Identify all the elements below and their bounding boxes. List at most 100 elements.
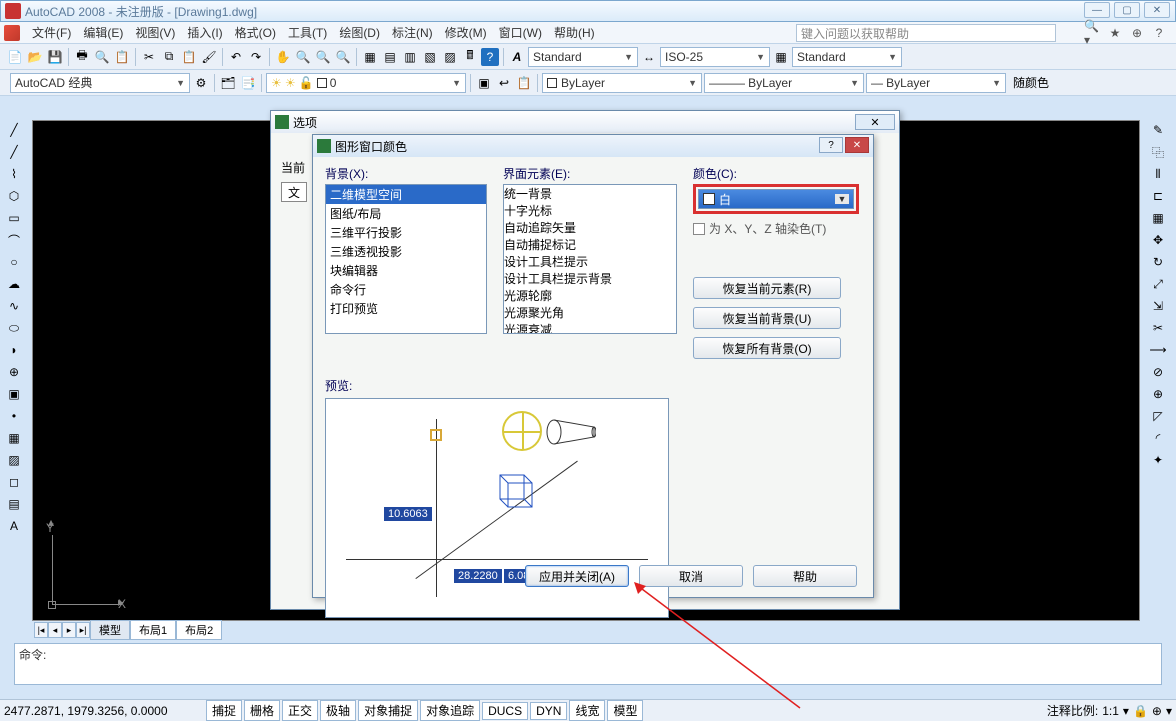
circle-icon[interactable]: ○ <box>4 252 24 272</box>
polygon-icon[interactable]: ⬡ <box>4 186 24 206</box>
tint-checkbox[interactable]: 为 X、Y、Z 轴染色(T) <box>693 220 859 237</box>
list-item[interactable]: 光源衰减 <box>504 321 676 334</box>
model-toggle[interactable]: 模型 <box>607 700 643 721</box>
markup-icon[interactable]: ▨ <box>441 48 459 66</box>
publish-icon[interactable]: 📋 <box>113 48 131 66</box>
list-item[interactable]: 设计工具栏提示背景 <box>504 270 676 287</box>
scale-value[interactable]: 1:1 <box>1102 704 1119 718</box>
list-item[interactable]: 图纸/布局 <box>326 204 486 223</box>
menu-insert[interactable]: 插入(I) <box>181 24 228 41</box>
copy-icon[interactable]: ⧉ <box>160 48 178 66</box>
menu-format[interactable]: 格式(O) <box>229 24 282 41</box>
help2-icon[interactable]: ? <box>481 48 499 66</box>
trim-icon[interactable]: ✂ <box>1148 318 1168 338</box>
command-window[interactable]: 命令: <box>14 643 1162 685</box>
list-item[interactable]: 打印预览 <box>326 299 486 318</box>
explode-icon[interactable]: ✦ <box>1148 450 1168 470</box>
ducs-toggle[interactable]: DUCS <box>482 702 528 720</box>
workspace-combo[interactable]: AutoCAD 经典▼ <box>10 73 190 93</box>
stretch-icon[interactable]: ⇲ <box>1148 296 1168 316</box>
menu-dim[interactable]: 标注(N) <box>386 24 439 41</box>
insert-icon[interactable]: ⊕ <box>4 362 24 382</box>
gradient-icon[interactable]: ▨ <box>4 450 24 470</box>
pan-icon[interactable]: ✋ <box>274 48 292 66</box>
dyn-toggle[interactable]: DYN <box>530 702 567 720</box>
file-icon[interactable] <box>4 25 20 41</box>
search-icon[interactable]: 🔍▾ <box>1084 24 1102 42</box>
menu-tools[interactable]: 工具(T) <box>282 24 333 41</box>
zoom-prev-icon[interactable]: 🔍 <box>334 48 352 66</box>
restore-element-button[interactable]: 恢复当前元素(R) <box>693 277 841 299</box>
line-icon[interactable]: ╱ <box>4 120 24 140</box>
offset-icon[interactable]: ⊏ <box>1148 186 1168 206</box>
dimstyle-combo[interactable]: ISO-25▼ <box>660 47 770 67</box>
mirror-icon[interactable]: ⦀ <box>1148 164 1168 184</box>
help-icon[interactable]: ? <box>1150 24 1168 42</box>
layer-states-icon[interactable]: 📑 <box>239 74 257 92</box>
pline-icon[interactable]: ⌇ <box>4 164 24 184</box>
tab-next-icon[interactable]: ▸ <box>62 622 76 638</box>
dimstyle-icon[interactable]: ↔ <box>640 48 658 66</box>
paste-icon[interactable]: 📋 <box>180 48 198 66</box>
erase-icon[interactable]: ✎ <box>1148 120 1168 140</box>
ellipsearc-icon[interactable]: ◗ <box>4 340 24 360</box>
tab-prev-icon[interactable]: ◂ <box>48 622 62 638</box>
snap-toggle[interactable]: 捕捉 <box>206 700 242 721</box>
osnap-toggle[interactable]: 对象捕捉 <box>358 700 418 721</box>
layer-prev-icon[interactable]: ↩ <box>495 74 513 92</box>
list-item[interactable]: 十字光标 <box>504 202 676 219</box>
new-icon[interactable]: 📄 <box>6 48 24 66</box>
list-item[interactable]: 块编辑器 <box>326 261 486 280</box>
list-item[interactable]: 自动捕捉标记 <box>504 236 676 253</box>
copy2-icon[interactable]: ⿻ <box>1148 142 1168 162</box>
break-icon[interactable]: ⊘ <box>1148 362 1168 382</box>
scale-icon[interactable]: ⤢ <box>1148 274 1168 294</box>
chamfer-icon[interactable]: ◸ <box>1148 406 1168 426</box>
menu-draw[interactable]: 绘图(D) <box>333 24 386 41</box>
hatch-icon[interactable]: ▦ <box>4 428 24 448</box>
zoom-rt-icon[interactable]: 🔍 <box>294 48 312 66</box>
list-item[interactable]: 三维平行投影 <box>326 223 486 242</box>
tab-last-icon[interactable]: ▸| <box>76 622 90 638</box>
context-listbox[interactable]: 二维模型空间 图纸/布局 三维平行投影 三维透视投影 块编辑器 命令行 打印预览 <box>325 184 487 334</box>
star-icon[interactable]: ★ <box>1106 24 1124 42</box>
color-combo[interactable]: ByLayer▼ <box>542 73 702 93</box>
lineweight-combo[interactable]: — ByLayer▼ <box>866 73 1006 93</box>
maximize-button[interactable]: ▢ <box>1114 2 1140 18</box>
list-item[interactable]: 统一背景 <box>504 185 676 202</box>
menu-window[interactable]: 窗口(W) <box>493 24 548 41</box>
menu-edit[interactable]: 编辑(E) <box>77 24 129 41</box>
tablestyle-icon[interactable]: ▦ <box>772 48 790 66</box>
props-icon[interactable]: ▦ <box>361 48 379 66</box>
calc-icon[interactable]: 🖩 <box>461 48 479 66</box>
undo-icon[interactable]: ↶ <box>227 48 245 66</box>
spline-icon[interactable]: ∿ <box>4 296 24 316</box>
layer-combo[interactable]: ☀ ☀ 🔓 0▼ <box>266 73 466 93</box>
move-icon[interactable]: ✥ <box>1148 230 1168 250</box>
region-icon[interactable]: ◻ <box>4 472 24 492</box>
tab-model[interactable]: 模型 <box>90 620 130 640</box>
lwt-toggle[interactable]: 线宽 <box>569 700 605 721</box>
apply-close-button[interactable]: 应用并关闭(A) <box>525 565 629 587</box>
point-icon[interactable]: • <box>4 406 24 426</box>
help-button[interactable]: 帮助 <box>753 565 857 587</box>
options-close-button[interactable]: ✕ <box>855 114 895 130</box>
textstyle-icon[interactable]: A <box>508 48 526 66</box>
list-item[interactable]: 设计工具栏提示 <box>504 253 676 270</box>
xline-icon[interactable]: ╱ <box>4 142 24 162</box>
plot-icon[interactable]: 🖶 <box>73 48 91 66</box>
join-icon[interactable]: ⊕ <box>1148 384 1168 404</box>
arc-icon[interactable]: ⌒ <box>4 230 24 250</box>
list-item[interactable]: 光源轮廓 <box>504 287 676 304</box>
open-icon[interactable]: 📂 <box>26 48 44 66</box>
mtext-icon[interactable]: A <box>4 516 24 536</box>
polar-toggle[interactable]: 极轴 <box>320 700 356 721</box>
layer-props-icon[interactable]: 🗂 <box>219 74 237 92</box>
list-item[interactable]: 光源聚光角 <box>504 304 676 321</box>
menu-help[interactable]: 帮助(H) <box>548 24 601 41</box>
array-icon[interactable]: ▦ <box>1148 208 1168 228</box>
zoom-win-icon[interactable]: 🔍 <box>314 48 332 66</box>
layer-walk-icon[interactable]: 📋 <box>515 74 533 92</box>
cancel-button[interactable]: 取消 <box>639 565 743 587</box>
list-item[interactable]: 二维模型空间 <box>326 185 486 204</box>
